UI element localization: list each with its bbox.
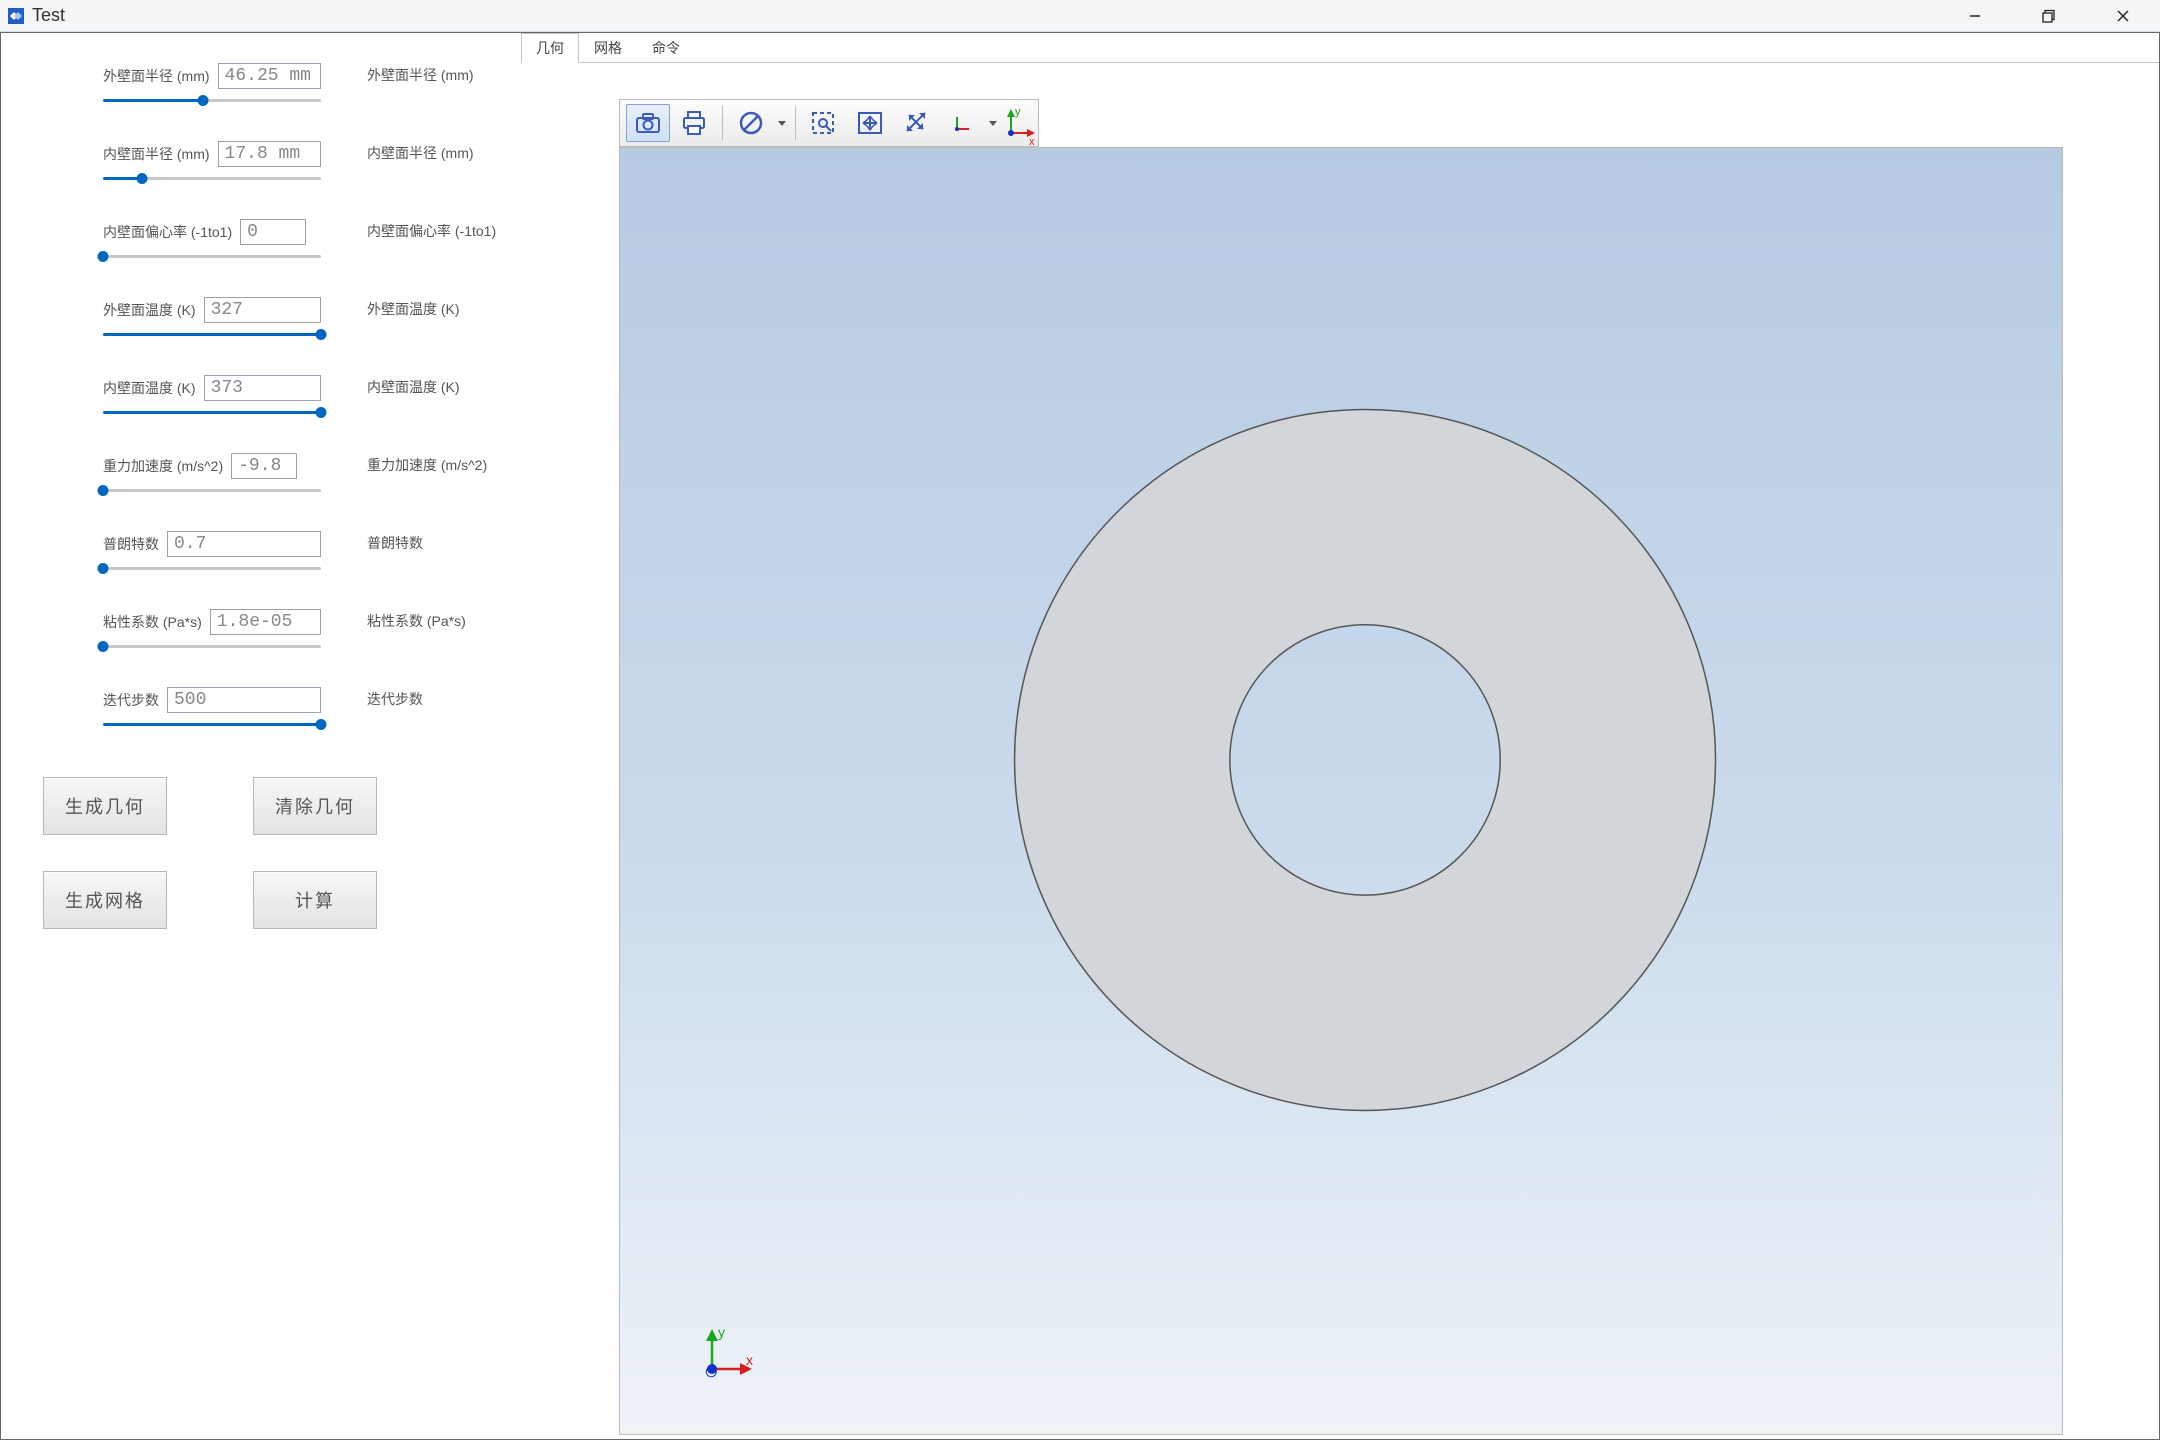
toolbar-separator xyxy=(795,106,796,140)
titlebar-left: Test xyxy=(6,5,65,26)
param-slider[interactable] xyxy=(103,329,321,339)
parameters-panel: 外壁面半径 (mm)外壁面半径 (mm)内壁面半径 (mm)内壁面半径 (mm)… xyxy=(1,33,521,1439)
viewer-toolbar xyxy=(619,99,1039,147)
fit-icon[interactable] xyxy=(848,104,892,142)
param-block: 内壁面半径 (mm) xyxy=(103,141,321,183)
param-input[interactable] xyxy=(204,375,321,401)
param-block: 普朗特数 xyxy=(103,531,321,573)
param-label: 普朗特数 xyxy=(103,534,159,554)
param-slider[interactable] xyxy=(103,173,321,183)
param-input[interactable] xyxy=(167,531,321,557)
param-block: 外壁面半径 (mm) xyxy=(103,63,321,105)
param-label: 粘性系数 (Pa*s) xyxy=(103,612,202,632)
dropdown-arrow-icon[interactable] xyxy=(775,121,789,126)
param-label: 迭代步数 xyxy=(103,690,159,710)
param-slider[interactable] xyxy=(103,251,321,261)
param-input[interactable] xyxy=(204,297,321,323)
param-label: 内壁面偏心率 (-1to1) xyxy=(103,222,232,242)
viewport[interactable]: y x xyxy=(619,147,2063,1435)
param-row: 粘性系数 (Pa*s) 粘性系数 (Pa*s) xyxy=(11,609,511,661)
tab-1[interactable]: 网格 xyxy=(579,33,637,63)
param-input[interactable] xyxy=(167,687,321,713)
param-input[interactable] xyxy=(210,609,321,635)
generate-mesh-button[interactable]: 生成网格 xyxy=(43,871,167,929)
box-select-icon[interactable] xyxy=(802,104,846,142)
param-echo-label: 粘性系数 (Pa*s) xyxy=(367,609,466,631)
compute-button[interactable]: 计算 xyxy=(253,871,377,929)
param-slider[interactable] xyxy=(103,485,321,495)
dropdown-arrow-icon[interactable] xyxy=(986,121,1000,126)
titlebar: Test xyxy=(0,0,2160,32)
param-block: 粘性系数 (Pa*s) xyxy=(103,609,321,651)
param-row: 重力加速度 (m/s^2) 重力加速度 (m/s^2) xyxy=(11,453,511,505)
axis-icon[interactable] xyxy=(940,104,984,142)
param-input[interactable] xyxy=(218,63,321,89)
param-label: 外壁面半径 (mm) xyxy=(103,66,210,86)
geometry-render xyxy=(620,148,2062,1434)
viewer-panel: 几何网格命令 y x xyxy=(521,33,2159,1439)
param-row: 迭代步数 迭代步数 xyxy=(11,687,511,739)
action-button-group: 生成几何 清除几何 生成网格 计算 xyxy=(1,777,521,929)
generate-geometry-button[interactable]: 生成几何 xyxy=(43,777,167,835)
param-echo-label: 内壁面偏心率 (-1to1) xyxy=(367,219,496,241)
print-icon[interactable] xyxy=(672,104,716,142)
client-area: 外壁面半径 (mm)外壁面半径 (mm)内壁面半径 (mm)内壁面半径 (mm)… xyxy=(0,32,2160,1440)
tab-bar: 几何网格命令 xyxy=(521,33,2159,63)
param-row: 普朗特数 普朗特数 xyxy=(11,531,511,583)
param-echo-label: 内壁面温度 (K) xyxy=(367,375,460,397)
clear-geometry-button[interactable]: 清除几何 xyxy=(253,777,377,835)
param-label: 重力加速度 (m/s^2) xyxy=(103,456,223,476)
tab-2[interactable]: 命令 xyxy=(637,33,695,63)
param-input[interactable] xyxy=(240,219,306,245)
toolbar-separator xyxy=(722,106,723,140)
tab-0[interactable]: 几何 xyxy=(521,33,579,63)
param-row: 内壁面半径 (mm) 内壁面半径 (mm) xyxy=(11,141,511,193)
param-echo-label: 重力加速度 (m/s^2) xyxy=(367,453,487,475)
window-controls xyxy=(1938,0,2160,31)
param-label: 外壁面温度 (K) xyxy=(103,300,196,320)
param-echo-label: 迭代步数 xyxy=(367,687,423,709)
param-label: 内壁面半径 (mm) xyxy=(103,144,210,164)
diag-icon[interactable] xyxy=(894,104,938,142)
camera-icon[interactable] xyxy=(626,104,670,142)
param-slider[interactable] xyxy=(103,641,321,651)
param-block: 内壁面温度 (K) xyxy=(103,375,321,417)
param-row: 外壁面温度 (K) 外壁面温度 (K) xyxy=(11,297,511,349)
param-slider[interactable] xyxy=(103,563,321,573)
param-echo-label: 外壁面温度 (K) xyxy=(367,297,460,319)
minimize-button[interactable] xyxy=(1938,0,2012,32)
param-echo-label: 普朗特数 xyxy=(367,531,423,553)
param-block: 迭代步数 xyxy=(103,687,321,729)
param-block: 内壁面偏心率 (-1to1) xyxy=(103,219,321,261)
maximize-button[interactable] xyxy=(2012,0,2086,32)
param-label: 内壁面温度 (K) xyxy=(103,378,196,398)
param-input[interactable] xyxy=(231,453,297,479)
nodo-icon[interactable] xyxy=(729,104,773,142)
parameter-grid: 外壁面半径 (mm)外壁面半径 (mm)内壁面半径 (mm)内壁面半径 (mm)… xyxy=(1,63,521,739)
window-title: Test xyxy=(32,5,65,26)
app-icon xyxy=(6,6,26,26)
param-row: 内壁面温度 (K) 内壁面温度 (K) xyxy=(11,375,511,427)
param-block: 重力加速度 (m/s^2) xyxy=(103,453,321,495)
param-slider[interactable] xyxy=(103,719,321,729)
param-slider[interactable] xyxy=(103,407,321,417)
param-block: 外壁面温度 (K) xyxy=(103,297,321,339)
param-input[interactable] xyxy=(218,141,321,167)
close-button[interactable] xyxy=(2086,0,2160,32)
param-echo-label: 外壁面半径 (mm) xyxy=(367,63,474,85)
param-row: 外壁面半径 (mm) 外壁面半径 (mm) xyxy=(11,63,511,115)
param-slider[interactable] xyxy=(103,95,321,105)
canvas-wrap: y x xyxy=(521,63,2159,1439)
param-echo-label: 内壁面半径 (mm) xyxy=(367,141,474,163)
param-row: 内壁面偏心率 (-1to1) 内壁面偏心率 (-1to1) xyxy=(11,219,511,271)
